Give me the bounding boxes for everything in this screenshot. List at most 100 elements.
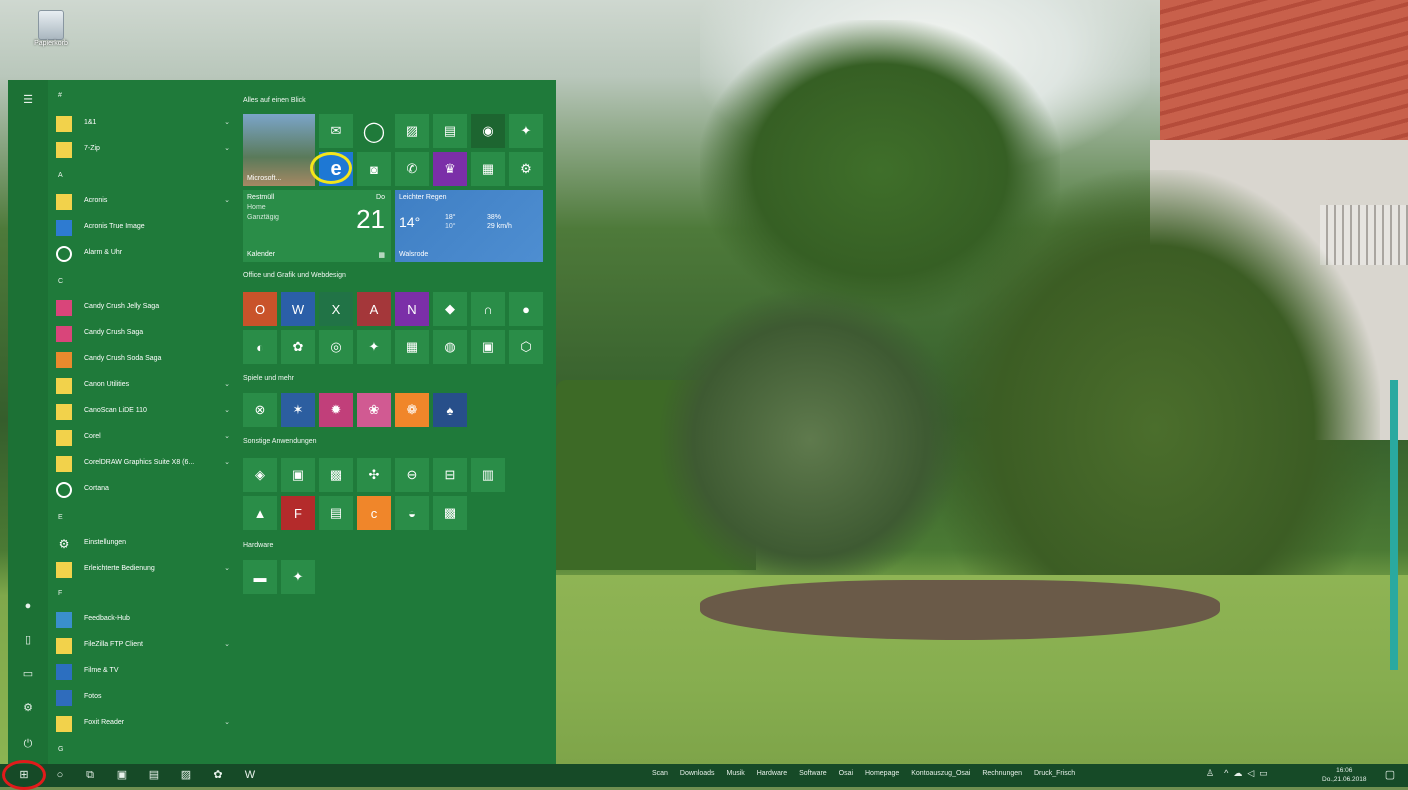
- chevron-up-icon[interactable]: ^: [1224, 768, 1228, 778]
- photos-tile[interactable]: ▨: [395, 114, 429, 148]
- settings-icon[interactable]: ⚙: [20, 700, 36, 716]
- office-tile-11[interactable]: ◎: [319, 330, 353, 364]
- tips-tile[interactable]: ✦: [509, 114, 543, 148]
- section-header[interactable]: Hardware: [243, 542, 273, 549]
- group-header-hash[interactable]: #: [58, 92, 62, 99]
- office-tile-15[interactable]: ▣: [471, 330, 505, 364]
- toolbar-link[interactable]: Musik: [727, 770, 745, 777]
- user-avatar-icon[interactable]: ●: [20, 598, 36, 614]
- app-fotos[interactable]: Fotos: [56, 688, 236, 708]
- group-header-c[interactable]: C: [58, 278, 63, 285]
- app-button[interactable]: ✿: [208, 766, 228, 785]
- app-feedback-hub[interactable]: Feedback-Hub: [56, 610, 236, 630]
- app-candy-crush-saga[interactable]: Candy Crush Saga: [56, 324, 236, 344]
- group-header-f[interactable]: F: [58, 590, 62, 597]
- app-alarm-uhr[interactable]: Alarm & Uhr: [56, 244, 236, 264]
- app-erleichterte-bedienung[interactable]: Erleichterte Bedienung ⌄: [56, 560, 236, 580]
- app-1und1[interactable]: 1&1 ⌄: [56, 114, 236, 134]
- onedrive-icon[interactable]: ☁: [1233, 768, 1242, 778]
- store-tile[interactable]: ▤: [433, 114, 467, 148]
- image-app-button[interactable]: ▨: [176, 766, 196, 785]
- app-acronis[interactable]: Acronis ⌄: [56, 192, 236, 212]
- cortana-search-button[interactable]: ○: [50, 766, 70, 785]
- hardware-tile-2[interactable]: ✦: [281, 560, 315, 594]
- app-filme-tv[interactable]: Filme & TV: [56, 662, 236, 682]
- action-center-button[interactable]: ▢: [1380, 766, 1400, 785]
- section-header[interactable]: Alles auf einen Blick: [243, 97, 306, 104]
- toolbar-link[interactable]: Software: [799, 770, 827, 777]
- app-candy-crush-soda[interactable]: Candy Crush Soda Saga: [56, 350, 236, 370]
- recycle-bin[interactable]: Papierkorb: [26, 10, 76, 47]
- outlook-tile[interactable]: O: [243, 292, 277, 326]
- group-header-e[interactable]: E: [58, 514, 63, 521]
- onenote-tile[interactable]: N: [395, 292, 429, 326]
- roblox-tile[interactable]: Microsoft...: [243, 114, 315, 186]
- app-canoscan[interactable]: CanoScan LiDE 110 ⌄: [56, 402, 236, 422]
- section-header[interactable]: Sonstige Anwendungen: [243, 438, 317, 445]
- toolbar-link[interactable]: Osai: [839, 770, 853, 777]
- app-cortana[interactable]: Cortana: [56, 480, 236, 500]
- weather-tile[interactable]: Leichter Regen 14° 18° 10° 38% 29 km/h W…: [395, 190, 543, 262]
- toolbar-link[interactable]: Druck_Frisch: [1034, 770, 1075, 777]
- other-tile-2[interactable]: ▣: [281, 458, 315, 492]
- filezilla-tile[interactable]: F: [281, 496, 315, 530]
- file-explorer-button[interactable]: ▤: [144, 766, 164, 785]
- other-tile-7[interactable]: ▥: [471, 458, 505, 492]
- app-7zip[interactable]: 7-Zip ⌄: [56, 140, 236, 160]
- settings-tile[interactable]: ⚙: [509, 152, 543, 186]
- hamburger-menu-icon[interactable]: ☰: [20, 92, 36, 108]
- other-tile-11[interactable]: c: [357, 496, 391, 530]
- other-tile-3[interactable]: ▩: [319, 458, 353, 492]
- app-foxit-reader[interactable]: Foxit Reader ⌄: [56, 714, 236, 734]
- office-tile-9[interactable]: ◐: [243, 330, 277, 364]
- app-candy-crush-jelly[interactable]: Candy Crush Jelly Saga: [56, 298, 236, 318]
- network-icon[interactable]: ▭: [1259, 768, 1268, 778]
- taskbar-clock[interactable]: 16:06 Do.,21.06.2018: [1322, 766, 1366, 784]
- phone-tile[interactable]: ✆: [395, 152, 429, 186]
- excel-tile[interactable]: X: [319, 292, 353, 326]
- office-tile-10[interactable]: ✿: [281, 330, 315, 364]
- word-tile[interactable]: W: [281, 292, 315, 326]
- group-header-g[interactable]: G: [58, 746, 63, 753]
- app-einstellungen[interactable]: ⚙ Einstellungen: [56, 534, 236, 554]
- group-header-a[interactable]: A: [58, 172, 63, 179]
- game-tile-3[interactable]: ❀: [357, 393, 391, 427]
- trophy-tile[interactable]: ♛: [433, 152, 467, 186]
- 3d-viewer-tile[interactable]: ⬡: [509, 330, 543, 364]
- chart-tile[interactable]: ▦: [471, 152, 505, 186]
- app-canon-utilities[interactable]: Canon Utilities ⌄: [56, 376, 236, 396]
- power-icon[interactable]: ⏻: [20, 736, 36, 752]
- office-tile-12[interactable]: ✦: [357, 330, 391, 364]
- other-tile-1[interactable]: ◈: [243, 458, 277, 492]
- access-tile[interactable]: A: [357, 292, 391, 326]
- word-button[interactable]: W: [240, 766, 260, 785]
- feedback-tile[interactable]: ◉: [471, 114, 505, 148]
- office-tile-7[interactable]: ∩: [471, 292, 505, 326]
- app-acronis-true-image[interactable]: Acronis True Image: [56, 218, 236, 238]
- toolbar-link[interactable]: Rechnungen: [982, 770, 1022, 777]
- other-tile-12[interactable]: ◒: [395, 496, 429, 530]
- mail-tile[interactable]: ✉: [319, 114, 353, 148]
- office-tile-8[interactable]: ●: [509, 292, 543, 326]
- vlc-tile[interactable]: ▲: [243, 496, 277, 530]
- office-tile-14[interactable]: ◍: [433, 330, 467, 364]
- whatsapp-tile[interactable]: ◯: [357, 114, 391, 148]
- people-icon[interactable]: ♙: [1206, 768, 1214, 778]
- solitaire-tile[interactable]: ♠: [433, 393, 467, 427]
- toolbar-link[interactable]: Downloads: [680, 770, 715, 777]
- documents-icon[interactable]: ▯: [20, 632, 36, 648]
- toolbar-link[interactable]: Kontoauszug_Osai: [911, 770, 970, 777]
- other-tile-10[interactable]: ▤: [319, 496, 353, 530]
- toolbar-link[interactable]: Homepage: [865, 770, 899, 777]
- section-header[interactable]: Spiele und mehr: [243, 375, 294, 382]
- app-filezilla[interactable]: FileZilla FTP Client ⌄: [56, 636, 236, 656]
- other-tile-6[interactable]: ⊟: [433, 458, 467, 492]
- camera-tile[interactable]: ◙: [357, 152, 391, 186]
- office-tile-13[interactable]: ▦: [395, 330, 429, 364]
- other-tile-4[interactable]: ✣: [357, 458, 391, 492]
- app-corel[interactable]: Corel ⌄: [56, 428, 236, 448]
- store-button[interactable]: ▣: [112, 766, 132, 785]
- xbox-tile[interactable]: ⊗: [243, 393, 277, 427]
- app-coreldraw[interactable]: CorelDRAW Graphics Suite X8 (6... ⌄: [56, 454, 236, 474]
- section-header[interactable]: Office und Grafik und Webdesign: [243, 272, 346, 279]
